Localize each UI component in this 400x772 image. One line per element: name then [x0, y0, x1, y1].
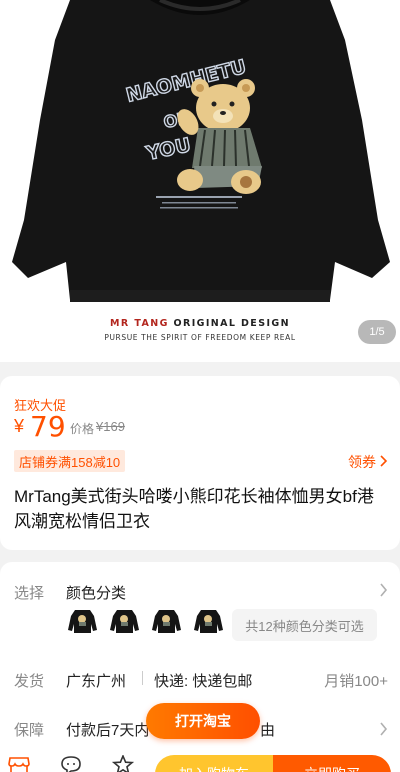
original-price-label: 价格	[70, 422, 95, 436]
open-taobao-button[interactable]: 打开淘宝	[146, 703, 260, 739]
sweatshirt-image: NAOMHETU OF YOU	[12, 0, 390, 302]
current-price: 79	[30, 410, 66, 443]
claim-coupon-button[interactable]: 领券	[348, 452, 388, 472]
more-colors-button[interactable]: 共12种颜色分类可选	[232, 609, 377, 641]
brand-heading: MR TANG ORIGINAL DESIGN	[0, 318, 400, 329]
color-thumbnail[interactable]	[66, 604, 99, 637]
guarantee-label: 保障	[14, 722, 45, 739]
chevron-right-icon[interactable]	[379, 722, 388, 739]
price-currency: ¥	[14, 416, 25, 436]
brand-tagline: PURSUE THE SPIRIT OF FREEDOM KEEP REAL	[104, 333, 296, 342]
price-card: 狂欢大促 ¥ 79 价格 ¥169 店铺券满158减10 领券 MrTang美式…	[0, 376, 400, 550]
select-label: 选择	[14, 585, 45, 602]
original-price: ¥169	[96, 419, 125, 434]
chat-icon[interactable]	[60, 755, 82, 772]
brand-heading-suffix: ORIGINAL DESIGN	[173, 318, 290, 329]
color-thumbnails[interactable]	[66, 604, 225, 637]
divider	[142, 671, 143, 685]
store-coupon-badge[interactable]: 店铺券满158减10	[14, 450, 126, 472]
buy-now-button[interactable]: 立即购买	[273, 755, 391, 772]
claim-coupon-label: 领券	[348, 454, 376, 470]
bottom-action-bar: 加入购物车 立即购买	[0, 745, 400, 772]
add-to-cart-button[interactable]: 加入购物车	[155, 755, 273, 772]
store-icon[interactable]	[8, 755, 30, 772]
color-thumbnail[interactable]	[192, 604, 225, 637]
ship-from: 广东广州	[66, 673, 127, 690]
brand-name: MR TANG	[110, 318, 169, 329]
shipping-label: 发货	[14, 673, 45, 690]
star-icon[interactable]	[111, 753, 135, 772]
color-thumbnail[interactable]	[150, 604, 183, 637]
product-image-gallery[interactable]: NAOMHETU OF YOU MR TANG ORIGINAL DESIGN …	[0, 0, 400, 362]
image-counter: 1/5	[358, 320, 396, 344]
shipping-method: 快递: 快递包邮	[154, 673, 253, 690]
chevron-right-icon[interactable]	[379, 583, 388, 600]
spec-card: 选择 颜色分类 共12种颜色分类可选 发货 广东广州 快递: 快递包邮 月销10…	[0, 562, 400, 772]
product-title: MrTang美式街头哈喽小熊印花长袖体恤男女bf港风潮宽松情侣卫衣	[14, 487, 374, 531]
guarantee-value[interactable]: 付款后7天内	[66, 719, 149, 740]
color-category-label[interactable]: 颜色分类	[66, 582, 126, 603]
guarantee-tail: 由	[260, 722, 276, 739]
monthly-sales: 月销100+	[324, 673, 388, 690]
chevron-right-icon	[379, 454, 388, 470]
color-thumbnail[interactable]	[108, 604, 141, 637]
